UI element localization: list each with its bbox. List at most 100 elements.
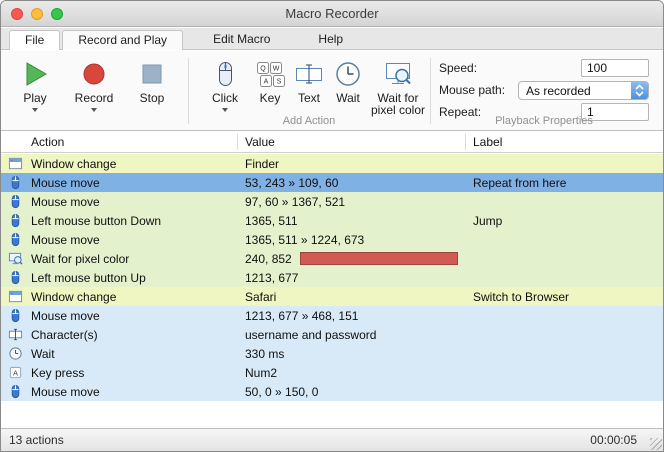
action-cell: Mouse move bbox=[29, 385, 237, 399]
value-cell: username and password bbox=[237, 328, 465, 342]
svg-text:A: A bbox=[264, 79, 269, 86]
title-bar: Macro Recorder bbox=[1, 1, 663, 27]
table-row[interactable]: Mouse move1213, 677 » 468, 151 bbox=[1, 306, 663, 325]
column-header-value[interactable]: Value bbox=[245, 132, 275, 152]
value-cell: 1365, 511 bbox=[237, 214, 465, 228]
dropdown-stepper-icon bbox=[631, 81, 648, 100]
value-cell: 330 ms bbox=[237, 347, 465, 361]
action-list[interactable]: Window changeFinderMouse move53, 243 » 1… bbox=[1, 154, 663, 401]
mouse-icon bbox=[1, 213, 29, 228]
action-cell: Character(s) bbox=[29, 328, 237, 342]
chevron-down-icon bbox=[91, 108, 97, 112]
table-row[interactable]: AKey pressNum2 bbox=[1, 363, 663, 382]
mouse-icon bbox=[1, 270, 29, 285]
mouse-icon bbox=[1, 194, 29, 209]
label-cell: Repeat from here bbox=[465, 176, 663, 190]
add-text-button[interactable]: Text bbox=[289, 56, 329, 105]
tab-help[interactable]: Help bbox=[314, 32, 347, 46]
add-wait-button[interactable]: Wait bbox=[329, 56, 367, 105]
value-cell: 50, 0 » 150, 0 bbox=[237, 385, 465, 399]
table-header: Action Value Label bbox=[1, 132, 663, 153]
tab-edit-macro[interactable]: Edit Macro bbox=[209, 32, 274, 46]
table-row[interactable]: Mouse move97, 60 » 1367, 521 bbox=[1, 192, 663, 211]
add-wait-pixel-color-button[interactable]: Wait for pixel color bbox=[367, 56, 429, 116]
table-row[interactable]: Left mouse button Down1365, 511Jump bbox=[1, 211, 663, 230]
elapsed-time: 00:00:05 bbox=[590, 433, 655, 447]
play-button[interactable]: Play bbox=[9, 56, 61, 112]
status-bar: 13 actions 00:00:05 bbox=[1, 428, 663, 451]
speed-input[interactable] bbox=[581, 59, 649, 77]
mouse-icon bbox=[199, 56, 251, 92]
actions-count: 13 actions bbox=[9, 433, 64, 447]
keycap-icon: A bbox=[1, 365, 29, 380]
action-cell: Window change bbox=[29, 157, 237, 171]
svg-text:S: S bbox=[277, 79, 282, 86]
add-key-button[interactable]: Q W A S Key bbox=[251, 56, 289, 105]
mouse-icon bbox=[1, 308, 29, 323]
window-icon bbox=[1, 289, 29, 304]
ribbon-toolbar: Play Record Stop bbox=[1, 51, 663, 131]
record-button[interactable]: Record bbox=[65, 56, 123, 112]
play-icon bbox=[9, 56, 61, 92]
table-row[interactable]: Character(s)username and password bbox=[1, 325, 663, 344]
mouse-path-value: As recorded bbox=[519, 84, 631, 98]
column-separator bbox=[465, 134, 466, 150]
column-header-label[interactable]: Label bbox=[473, 132, 502, 152]
text-field-icon bbox=[289, 56, 329, 92]
table-row[interactable]: Wait for pixel color240, 852 bbox=[1, 249, 663, 268]
table-row[interactable]: Wait330 ms bbox=[1, 344, 663, 363]
mouse-path-select[interactable]: As recorded bbox=[518, 81, 649, 100]
action-cell: Mouse move bbox=[29, 195, 237, 209]
value-cell: 1365, 511 » 1224, 673 bbox=[237, 233, 465, 247]
value-cell: Finder bbox=[237, 157, 465, 171]
window-title: Macro Recorder bbox=[1, 1, 663, 26]
speed-label: Speed: bbox=[439, 59, 477, 77]
zoom-button[interactable] bbox=[51, 8, 63, 20]
action-cell: Left mouse button Up bbox=[29, 271, 237, 285]
value-cell: 1213, 677 bbox=[237, 271, 465, 285]
add-action-group-label: Add Action bbox=[189, 115, 429, 127]
keyboard-keys-icon: Q W A S bbox=[251, 56, 289, 92]
screen-magnifier-icon bbox=[367, 56, 429, 92]
table-row[interactable]: Window changeSafariSwitch to Browser bbox=[1, 287, 663, 306]
value-cell: Num2 bbox=[237, 366, 465, 380]
table-row[interactable]: Window changeFinder bbox=[1, 154, 663, 173]
table-row[interactable]: Mouse move1365, 511 » 1224, 673 bbox=[1, 230, 663, 249]
chevron-down-icon bbox=[32, 108, 38, 112]
action-cell: Mouse move bbox=[29, 309, 237, 323]
action-cell: Window change bbox=[29, 290, 237, 304]
pixel-color-swatch bbox=[300, 252, 458, 265]
action-cell: Wait for pixel color bbox=[29, 252, 237, 266]
playback-properties-group: Speed: Mouse path: As recorded Repeat: P… bbox=[433, 51, 655, 130]
table-row[interactable]: Left mouse button Up1213, 677 bbox=[1, 268, 663, 287]
table-row[interactable]: Mouse move50, 0 » 150, 0 bbox=[1, 382, 663, 401]
mouse-path-label: Mouse path: bbox=[439, 81, 505, 99]
close-button[interactable] bbox=[11, 8, 23, 20]
action-cell: Left mouse button Down bbox=[29, 214, 237, 228]
add-click-button[interactable]: Click bbox=[199, 56, 251, 112]
stop-icon bbox=[129, 56, 175, 92]
stop-button[interactable]: Stop bbox=[129, 56, 175, 105]
tab-bar: File Record and Play Edit Macro Help bbox=[1, 28, 663, 50]
label-cell: Jump bbox=[465, 214, 663, 228]
column-separator bbox=[237, 134, 238, 150]
action-cell: Wait bbox=[29, 347, 237, 361]
column-header-action[interactable]: Action bbox=[31, 132, 64, 152]
text-cursor-icon bbox=[1, 327, 29, 342]
value-cell: 53, 243 » 109, 60 bbox=[237, 176, 465, 190]
screen-magnifier-icon bbox=[1, 251, 29, 266]
macro-recorder-window: Macro Recorder File Record and Play Edit… bbox=[0, 0, 664, 452]
value-cell: Safari bbox=[237, 290, 465, 304]
mouse-icon bbox=[1, 175, 29, 190]
clock-icon bbox=[329, 56, 367, 92]
svg-text:W: W bbox=[273, 66, 280, 73]
table-row[interactable]: Mouse move53, 243 » 109, 60Repeat from h… bbox=[1, 173, 663, 192]
action-cell: Key press bbox=[29, 366, 237, 380]
window-icon bbox=[1, 156, 29, 171]
tab-file[interactable]: File bbox=[9, 30, 60, 50]
tab-record-and-play[interactable]: Record and Play bbox=[62, 30, 183, 50]
value-cell: 97, 60 » 1367, 521 bbox=[237, 195, 465, 209]
minimize-button[interactable] bbox=[31, 8, 43, 20]
resize-grip[interactable] bbox=[650, 438, 662, 450]
value-cell: 1213, 677 » 468, 151 bbox=[237, 309, 465, 323]
